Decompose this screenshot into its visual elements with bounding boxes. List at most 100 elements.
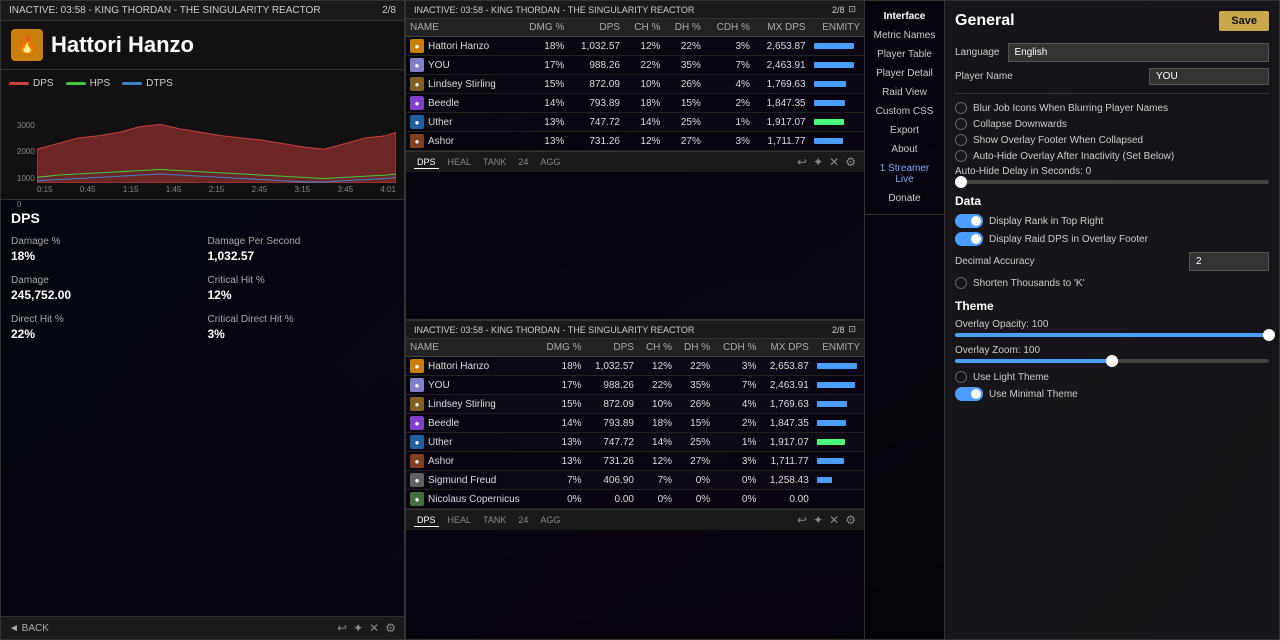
bot-tab-agg[interactable]: AGG xyxy=(537,514,563,526)
top-tab-dps[interactable]: DPS xyxy=(414,156,439,169)
bot-tab-heal[interactable]: HEAL xyxy=(445,514,475,526)
player-name-input[interactable] xyxy=(1149,68,1269,85)
settings-title: General xyxy=(955,12,1015,30)
display-rank-toggle[interactable] xyxy=(955,214,983,228)
auto-hide-delay-slider[interactable] xyxy=(955,180,1269,184)
settings-header: General Save xyxy=(955,11,1269,31)
sidebar-item-about[interactable]: About xyxy=(871,140,938,159)
bot-tab-tank[interactable]: TANK xyxy=(480,514,509,526)
player-cell: ● Beedle xyxy=(406,414,538,433)
bot-undo-icon[interactable]: ↩ xyxy=(797,513,807,527)
show-footer-checkbox[interactable] xyxy=(955,134,967,146)
overlay-zoom-slider[interactable] xyxy=(955,359,1269,363)
sidebar-item-player-table[interactable]: Player Table xyxy=(871,45,938,64)
bot-close-icon[interactable]: ✕ xyxy=(829,513,839,527)
auto-hide-checkbox[interactable] xyxy=(955,150,967,162)
close-icon[interactable]: ✕ xyxy=(369,621,379,635)
enmity-bar-cell xyxy=(813,452,864,471)
bot-tab-dps[interactable]: DPS xyxy=(414,514,439,527)
table-row[interactable]: ● Lindsey Stirling 15% 872.09 10% 26% 4%… xyxy=(406,75,864,94)
bot-tab-24[interactable]: 24 xyxy=(515,514,531,526)
data-section-title: Data xyxy=(955,194,1269,208)
job-icon: ● xyxy=(410,454,424,468)
table-row[interactable]: ● Uther 13% 747.72 14% 25% 1% 1,917.07 xyxy=(406,433,864,452)
sidebar-item-metric-names[interactable]: Metric Names xyxy=(871,26,938,45)
dmg-pct: 7% xyxy=(538,471,586,490)
table-row[interactable]: ● Lindsey Stirling 15% 872.09 10% 26% 4%… xyxy=(406,395,864,414)
top-overlay-expand[interactable]: ⊡ xyxy=(848,4,856,15)
back-button[interactable]: ◄ BACK xyxy=(9,623,49,634)
table-row[interactable]: ● Ashor 13% 731.26 12% 27% 3% 1,711.77 xyxy=(406,132,864,151)
job-icon: ● xyxy=(410,378,424,392)
table-row[interactable]: ● Ashor 13% 731.26 12% 27% 3% 1,711.77 xyxy=(406,452,864,471)
table-row[interactable]: ● Uther 13% 747.72 14% 25% 1% 1,917.07 xyxy=(406,113,864,132)
top-settings-icon[interactable]: ✦ xyxy=(813,155,823,169)
enmity-bar-cell xyxy=(813,357,864,376)
enmity-bar-cell xyxy=(810,56,864,75)
top-close-icon[interactable]: ✕ xyxy=(829,155,839,169)
decimal-accuracy-select[interactable]: 2 xyxy=(1189,252,1269,271)
language-select[interactable]: English xyxy=(1008,43,1270,62)
table-row[interactable]: ● Beedle 14% 793.89 18% 15% 2% 1,847.35 xyxy=(406,94,864,113)
player-name: Ashor xyxy=(428,136,454,147)
dps-legend-label: DPS xyxy=(33,78,54,89)
collapse-downwards-checkbox[interactable] xyxy=(955,118,967,130)
mx-dps: 1,769.63 xyxy=(754,75,810,94)
table-row[interactable]: ● YOU 17% 988.26 22% 35% 7% 2,463.91 xyxy=(406,56,864,75)
table-header-row: NAME DMG % DPS CH % DH % CDH % MX DPS EN… xyxy=(406,19,864,37)
top-tab-tank[interactable]: TANK xyxy=(480,156,509,168)
undo-icon[interactable]: ↩ xyxy=(337,621,347,635)
top-tab-agg[interactable]: AGG xyxy=(537,156,563,168)
top-tab-24[interactable]: 24 xyxy=(515,156,531,168)
bot-settings-icon[interactable]: ✦ xyxy=(813,513,823,527)
ch-pct: 18% xyxy=(638,414,676,433)
sidebar-item-player-detail[interactable]: Player Detail xyxy=(871,64,938,83)
top-undo-icon[interactable]: ↩ xyxy=(797,155,807,169)
sidebar-section: Interface Metric Names Player Table Play… xyxy=(865,1,944,215)
sidebar-item-custom-css[interactable]: Custom CSS xyxy=(871,102,938,121)
overlay-opacity-slider[interactable] xyxy=(955,333,1269,337)
top-tab-heal[interactable]: HEAL xyxy=(445,156,475,168)
display-raid-dps-label: Display Raid DPS in Overlay Footer xyxy=(989,234,1148,245)
table-row[interactable]: ● Hattori Hanzo 18% 1,032.57 12% 22% 3% … xyxy=(406,37,864,56)
display-raid-dps-toggle[interactable] xyxy=(955,232,983,246)
minimal-theme-toggle[interactable] xyxy=(955,387,983,401)
enmity-bar xyxy=(817,363,857,369)
enmity-bar xyxy=(817,420,846,426)
sidebar-item-interface[interactable]: Interface xyxy=(871,7,938,26)
dps-val: 731.26 xyxy=(586,452,638,471)
enmity-bar xyxy=(817,401,847,407)
legend-dps: DPS xyxy=(9,78,54,89)
table-row[interactable]: ● Hattori Hanzo 18% 1,032.57 12% 22% 3% … xyxy=(406,357,864,376)
sidebar-item-streamer[interactable]: 1 Streamer Live xyxy=(871,159,938,189)
enmity-bar xyxy=(817,458,844,464)
gear-icon[interactable]: ⚙ xyxy=(385,621,396,635)
table-row[interactable]: ● Beedle 14% 793.89 18% 15% 2% 1,847.35 xyxy=(406,414,864,433)
sidebar-item-donate[interactable]: Donate xyxy=(871,189,938,208)
job-icon: ● xyxy=(410,359,424,373)
settings-icon[interactable]: ✦ xyxy=(353,621,363,635)
table-row[interactable]: ● Sigmund Freud 7% 406.90 7% 0% 0% 1,258… xyxy=(406,471,864,490)
enmity-bar-cell xyxy=(813,490,864,509)
language-label: Language xyxy=(955,47,1000,58)
top-gear-icon[interactable]: ⚙ xyxy=(845,155,856,169)
player-name: Nicolaus Copernicus xyxy=(428,494,520,505)
player-name: Hattori Hanzo xyxy=(51,32,194,58)
light-theme-checkbox[interactable] xyxy=(955,371,967,383)
table-row[interactable]: ● Nicolaus Copernicus 0% 0.00 0% 0% 0% 0… xyxy=(406,490,864,509)
top-overlay-header: INACTIVE: 03:58 - KING THORDAN - THE SIN… xyxy=(406,1,864,19)
table-row[interactable]: ● YOU 17% 988.26 22% 35% 7% 2,463.91 xyxy=(406,376,864,395)
player-cell: ● Nicolaus Copernicus xyxy=(406,490,538,509)
enmity-bar-cell xyxy=(810,113,864,132)
shorten-thousands-checkbox[interactable] xyxy=(955,277,967,289)
blur-job-icons-checkbox[interactable] xyxy=(955,102,967,114)
bottom-overlay-expand[interactable]: ⊡ xyxy=(848,324,856,335)
enmity-bar-cell xyxy=(813,471,864,490)
col-dh: DH % xyxy=(664,19,704,37)
sidebar-item-raid-view[interactable]: Raid View xyxy=(871,83,938,102)
sidebar-item-export[interactable]: Export xyxy=(871,121,938,140)
bot-gear-icon[interactable]: ⚙ xyxy=(845,513,856,527)
save-button[interactable]: Save xyxy=(1219,11,1269,31)
mx-dps: 1,711.77 xyxy=(760,452,812,471)
dh-pct: 0% xyxy=(676,490,714,509)
